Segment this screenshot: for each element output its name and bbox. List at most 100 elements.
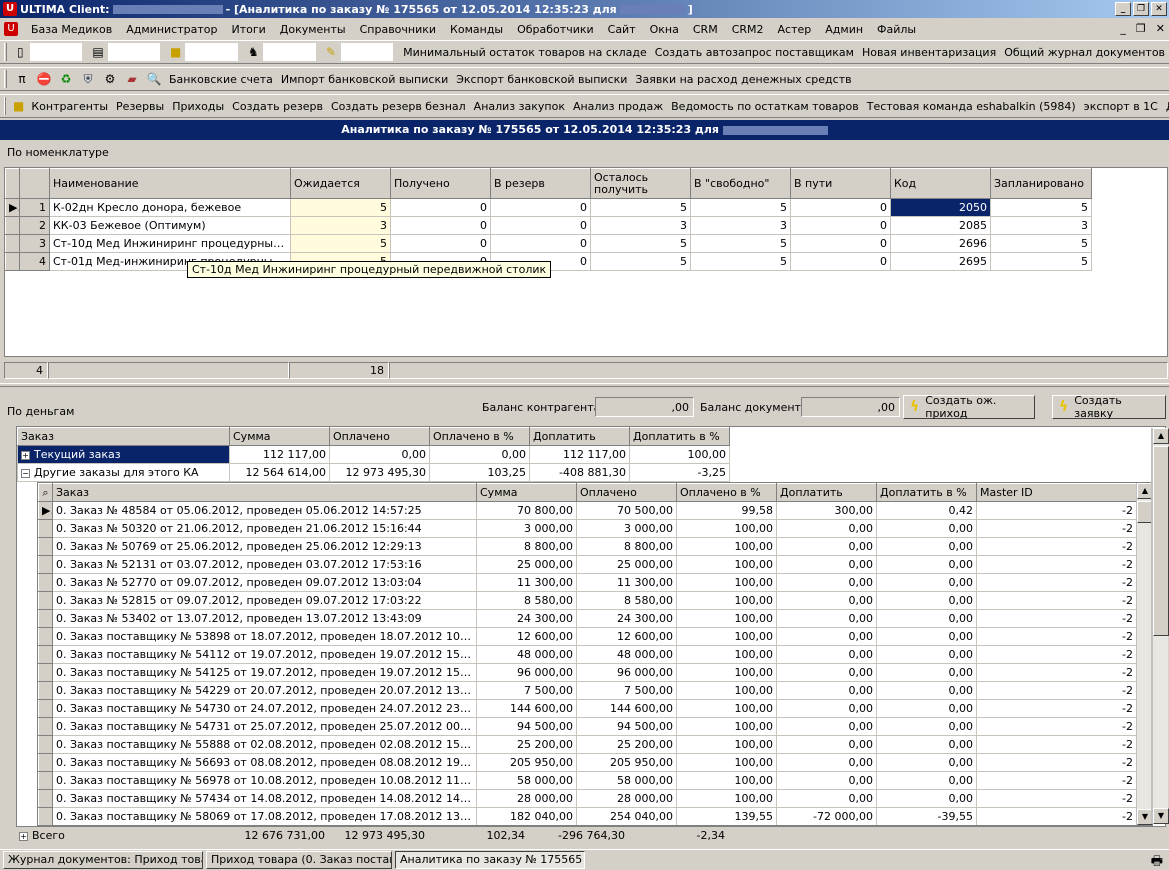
cell[interactable]: 0,00 — [776, 573, 877, 592]
row-indicator[interactable] — [38, 663, 53, 682]
row-indicator[interactable] — [38, 717, 53, 736]
cell[interactable]: 100,00 — [676, 681, 777, 700]
minus-icon[interactable]: − — [21, 468, 30, 478]
create-expected-button[interactable]: ϟ Создать ож. приход — [903, 394, 1035, 420]
toolbar-command[interactable]: Минимальный остаток товаров на складе — [399, 46, 651, 59]
cell[interactable]: 0,00 — [776, 699, 877, 718]
pi-icon[interactable]: π — [14, 71, 30, 87]
row-indicator[interactable] — [38, 573, 53, 592]
table-row[interactable]: ▶ 1 К-02дн Кресло донора, бежевое 5 0 0 5 5 0 205… — [5, 198, 1092, 217]
cell-free[interactable]: 3 — [690, 216, 791, 235]
box-icon[interactable]: ■ — [13, 98, 24, 114]
menu-item[interactable]: База Медиков — [24, 23, 119, 36]
cell[interactable]: 0,00 — [876, 645, 977, 664]
row-indicator[interactable] — [38, 789, 53, 808]
cell[interactable]: 24 300,00 — [476, 609, 577, 628]
cell[interactable]: 0,00 — [776, 627, 877, 646]
toolbar-command[interactable]: экспорт в 1С — [1080, 100, 1162, 113]
cell[interactable]: 139,55 — [676, 807, 777, 825]
tree-row[interactable]: + Текущий заказ 112 117,00 0,00 0,00 112 117,… — [17, 445, 730, 464]
toolbar-input[interactable] — [107, 43, 161, 61]
search-icon[interactable]: ⌕ — [42, 486, 48, 499]
toolbar-command[interactable]: Общий журнал документов — [1000, 46, 1169, 59]
menu-item[interactable]: Команды — [443, 23, 510, 36]
cell-left[interactable]: 5 — [590, 198, 691, 217]
cell[interactable]: 100,00 — [676, 699, 777, 718]
cell[interactable]: 0. Заказ № 52815 от 09.07.2012, проведен… — [52, 591, 477, 610]
close-icon[interactable]: ✕ — [1151, 2, 1167, 16]
cell[interactable]: 100,00 — [676, 555, 777, 574]
agent-icon[interactable]: ♞ — [247, 44, 260, 60]
scroll-thumb[interactable] — [1153, 446, 1169, 636]
cell[interactable]: 11 300,00 — [476, 573, 577, 592]
cell[interactable]: 96 000,00 — [476, 663, 577, 682]
cell[interactable]: 12 600,00 — [576, 627, 677, 646]
table-row[interactable]: 0. Заказ поставщику № 54730 от 24.07.201… — [38, 699, 1137, 718]
cell[interactable]: -2 — [976, 735, 1137, 754]
column-header[interactable]: Наименование — [49, 168, 291, 199]
row-indicator[interactable] — [38, 537, 53, 556]
cell-free[interactable]: 5 — [690, 198, 791, 217]
cell[interactable]: 28 000,00 — [476, 789, 577, 808]
cell[interactable]: 3 000,00 — [476, 519, 577, 538]
document-icon[interactable]: ▯ — [14, 44, 27, 60]
toolbar-command[interactable]: Резервы — [112, 100, 168, 113]
mdi-restore-icon[interactable]: ❐ — [1136, 22, 1146, 35]
toolbar-input[interactable] — [29, 43, 83, 61]
row-indicator[interactable] — [38, 753, 53, 772]
taskbar-window[interactable]: Журнал документов: Приход това... — [3, 851, 203, 869]
table-row[interactable]: 0. Заказ № 50320 от 21.06.2012, проведен… — [38, 519, 1137, 538]
cell[interactable]: 0,00 — [776, 681, 877, 700]
cell[interactable]: 100,00 — [676, 753, 777, 772]
toolbar-grip[interactable] — [4, 70, 7, 88]
cell-plan[interactable]: 5 — [990, 234, 1092, 253]
scroll-up-icon[interactable]: ▲ — [1153, 428, 1169, 444]
menu-item[interactable]: Файлы — [870, 23, 923, 36]
cell[interactable]: 48 000,00 — [576, 645, 677, 664]
cell[interactable]: -2 — [976, 717, 1137, 736]
cell[interactable]: -2 — [976, 681, 1137, 700]
cell[interactable]: 100,00 — [676, 627, 777, 646]
cell[interactable]: 0,00 — [876, 627, 977, 646]
column-header[interactable]: Код — [890, 168, 991, 199]
column-header[interactable]: Доплатить — [776, 483, 877, 502]
cell[interactable]: -2 — [976, 573, 1137, 592]
cell[interactable]: -39,55 — [876, 807, 977, 825]
column-header[interactable]: Доплатить — [529, 427, 630, 446]
cell[interactable]: 0,00 — [776, 591, 877, 610]
row-indicator[interactable] — [5, 252, 20, 271]
cell[interactable]: 94 500,00 — [576, 717, 677, 736]
column-header[interactable]: Сумма — [229, 427, 330, 446]
cell[interactable]: 100,00 — [676, 519, 777, 538]
cell[interactable]: 0,00 — [776, 645, 877, 664]
column-header[interactable]: Доплатить в % — [629, 427, 730, 446]
notes-icon[interactable]: ✎ — [325, 44, 338, 60]
cell-due[interactable]: 112 117,00 — [529, 445, 630, 464]
cell-way[interactable]: 0 — [790, 198, 891, 217]
app-menu-icon[interactable]: U — [4, 22, 18, 36]
cell[interactable]: 0. Заказ поставщику № 56978 от 10.08.201… — [52, 771, 477, 790]
cell-paid_pct[interactable]: 0,00 — [429, 445, 530, 464]
cell-code[interactable]: 2050 — [890, 198, 991, 217]
cell-exp[interactable]: 5 — [290, 198, 391, 217]
tree-row[interactable]: − Другие заказы для этого КА 12 564 614,00… — [17, 463, 730, 482]
cell[interactable]: 0,00 — [876, 519, 977, 538]
cell-sum[interactable]: 12 564 614,00 — [229, 463, 330, 482]
row-indicator[interactable]: ▶ — [5, 198, 20, 217]
cell-name[interactable]: КК-03 Бежевое (Оптимум) — [49, 216, 291, 235]
cell[interactable]: 0,00 — [876, 681, 977, 700]
cell[interactable]: 100,00 — [676, 663, 777, 682]
mdi-close-icon[interactable]: ✕ — [1156, 22, 1165, 35]
cell[interactable]: 0,00 — [876, 699, 977, 718]
cell[interactable]: 8 580,00 — [576, 591, 677, 610]
cell-due_pct[interactable]: 100,00 — [629, 445, 730, 464]
cell[interactable]: 0. Заказ поставщику № 54112 от 19.07.201… — [52, 645, 477, 664]
cell[interactable]: 0,00 — [876, 591, 977, 610]
row-indicator[interactable] — [38, 699, 53, 718]
plus-icon[interactable]: + — [21, 450, 30, 460]
menu-item[interactable]: CRM2 — [725, 23, 771, 36]
menu-item[interactable]: Сайт — [601, 23, 643, 36]
column-header[interactable]: В резерв — [490, 168, 591, 199]
cell[interactable]: 0,00 — [876, 735, 977, 754]
cell[interactable]: -2 — [976, 807, 1137, 825]
